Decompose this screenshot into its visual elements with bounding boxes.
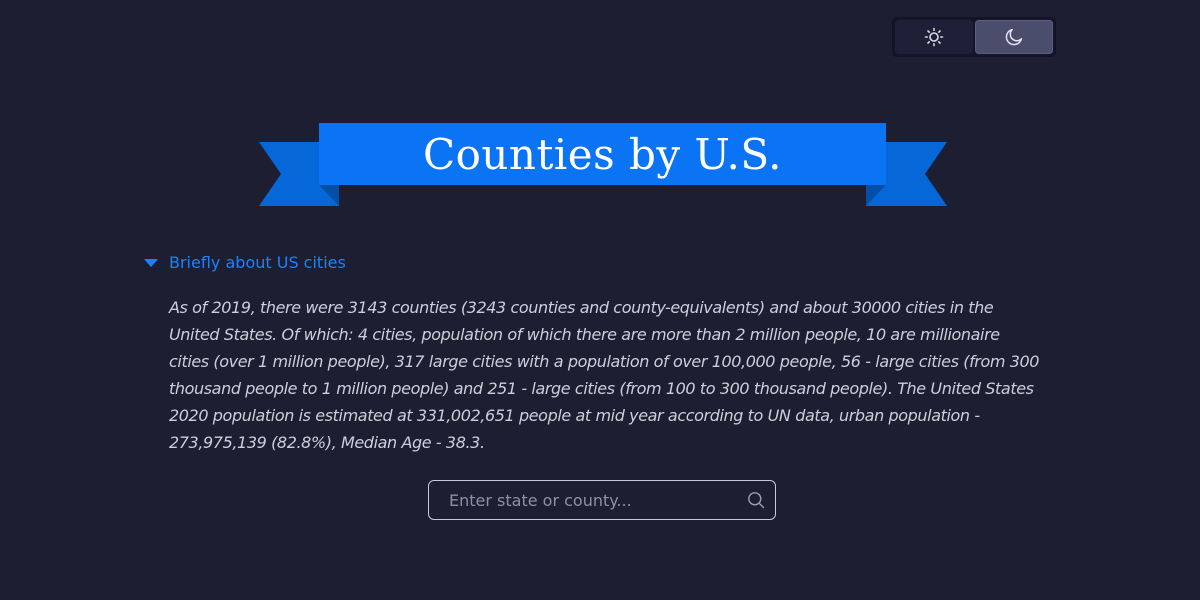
search-input[interactable] bbox=[429, 481, 775, 519]
search-box bbox=[428, 480, 776, 520]
search-icon[interactable] bbox=[747, 491, 765, 509]
page-title: Counties by U.S. bbox=[422, 130, 783, 179]
title-banner: Counties by U.S. bbox=[259, 122, 947, 208]
moon-icon bbox=[1005, 28, 1023, 46]
sun-icon bbox=[924, 27, 944, 47]
caret-down-icon bbox=[144, 259, 158, 267]
theme-toggle bbox=[892, 17, 1056, 57]
light-theme-button[interactable] bbox=[895, 20, 973, 54]
dark-theme-button[interactable] bbox=[975, 20, 1053, 54]
about-text: As of 2019, there were 3143 counties (32… bbox=[169, 298, 1040, 452]
about-summary-toggle[interactable]: Briefly about US cities bbox=[144, 253, 346, 272]
about-summary-label: Briefly about US cities bbox=[169, 253, 346, 272]
